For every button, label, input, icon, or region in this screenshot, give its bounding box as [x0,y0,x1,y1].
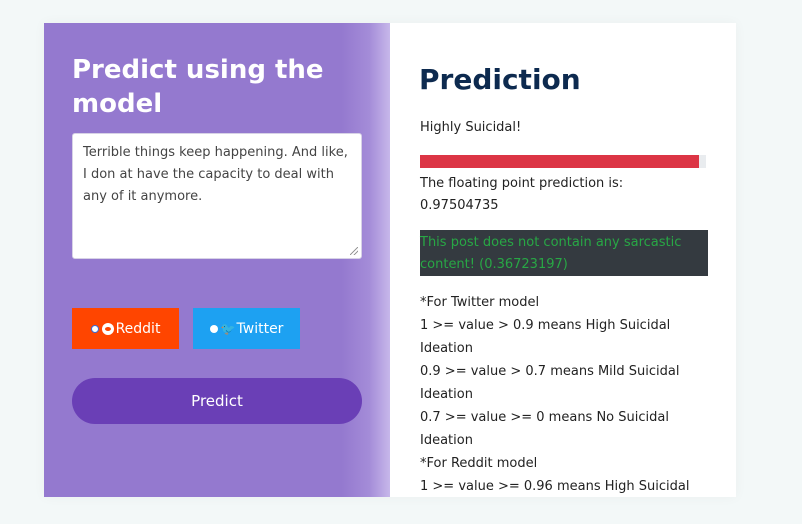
reddit-option-label: Reddit [115,320,161,337]
reddit-option-button[interactable]: Reddit [72,308,179,349]
twitter-option-label: Twitter [236,320,284,337]
legend-line: *For Reddit model [420,456,538,471]
input-panel: Predict using the model Terrible things … [44,23,390,497]
legend-line: *For Twitter model [420,295,540,310]
prediction-result: Highly Suicidal! [420,120,522,135]
prediction-progress-bar [420,155,706,168]
prediction-progress-fill [420,155,699,168]
float-prediction-label: The floating point prediction is: [420,176,624,191]
legend-line: 0.7 >= value >= 0 means No Suicidal Idea… [420,410,669,448]
resize-handle-icon[interactable] [350,247,358,255]
sarcasm-result: This post does not contain any sarcastic… [420,230,708,276]
legend-line: 0.9 >= value > 0.7 means Mild Suicidal I… [420,364,680,402]
float-prediction: The floating point prediction is: 0.9750… [420,173,700,217]
twitter-option-button[interactable]: 🐦 Twitter [193,308,300,349]
legend-line: 1 >= value > 0.9 means High Suicidal Ide… [420,318,671,356]
predict-button[interactable]: Predict [72,378,362,424]
float-prediction-value: 0.97504735 [420,198,499,213]
prediction-title: Prediction [419,63,581,96]
post-textarea[interactable]: Terrible things keep happening. And like… [72,133,362,259]
twitter-bird-icon: 🐦 [220,321,236,336]
prediction-panel: Prediction Highly Suicidal! The floating… [390,23,736,497]
reddit-logo-icon [101,322,114,335]
threshold-legend: *For Twitter model 1 >= value > 0.9 means… [420,291,706,497]
main-card: Predict using the model Terrible things … [44,23,736,497]
twitter-radio[interactable] [209,324,218,333]
input-panel-title: Predict using the model [72,55,324,119]
post-textarea-text: Terrible things keep happening. And like… [83,145,348,204]
legend-line: 1 >= value >= 0.96 means High Suicidal [420,479,690,494]
reddit-radio[interactable] [90,324,99,333]
